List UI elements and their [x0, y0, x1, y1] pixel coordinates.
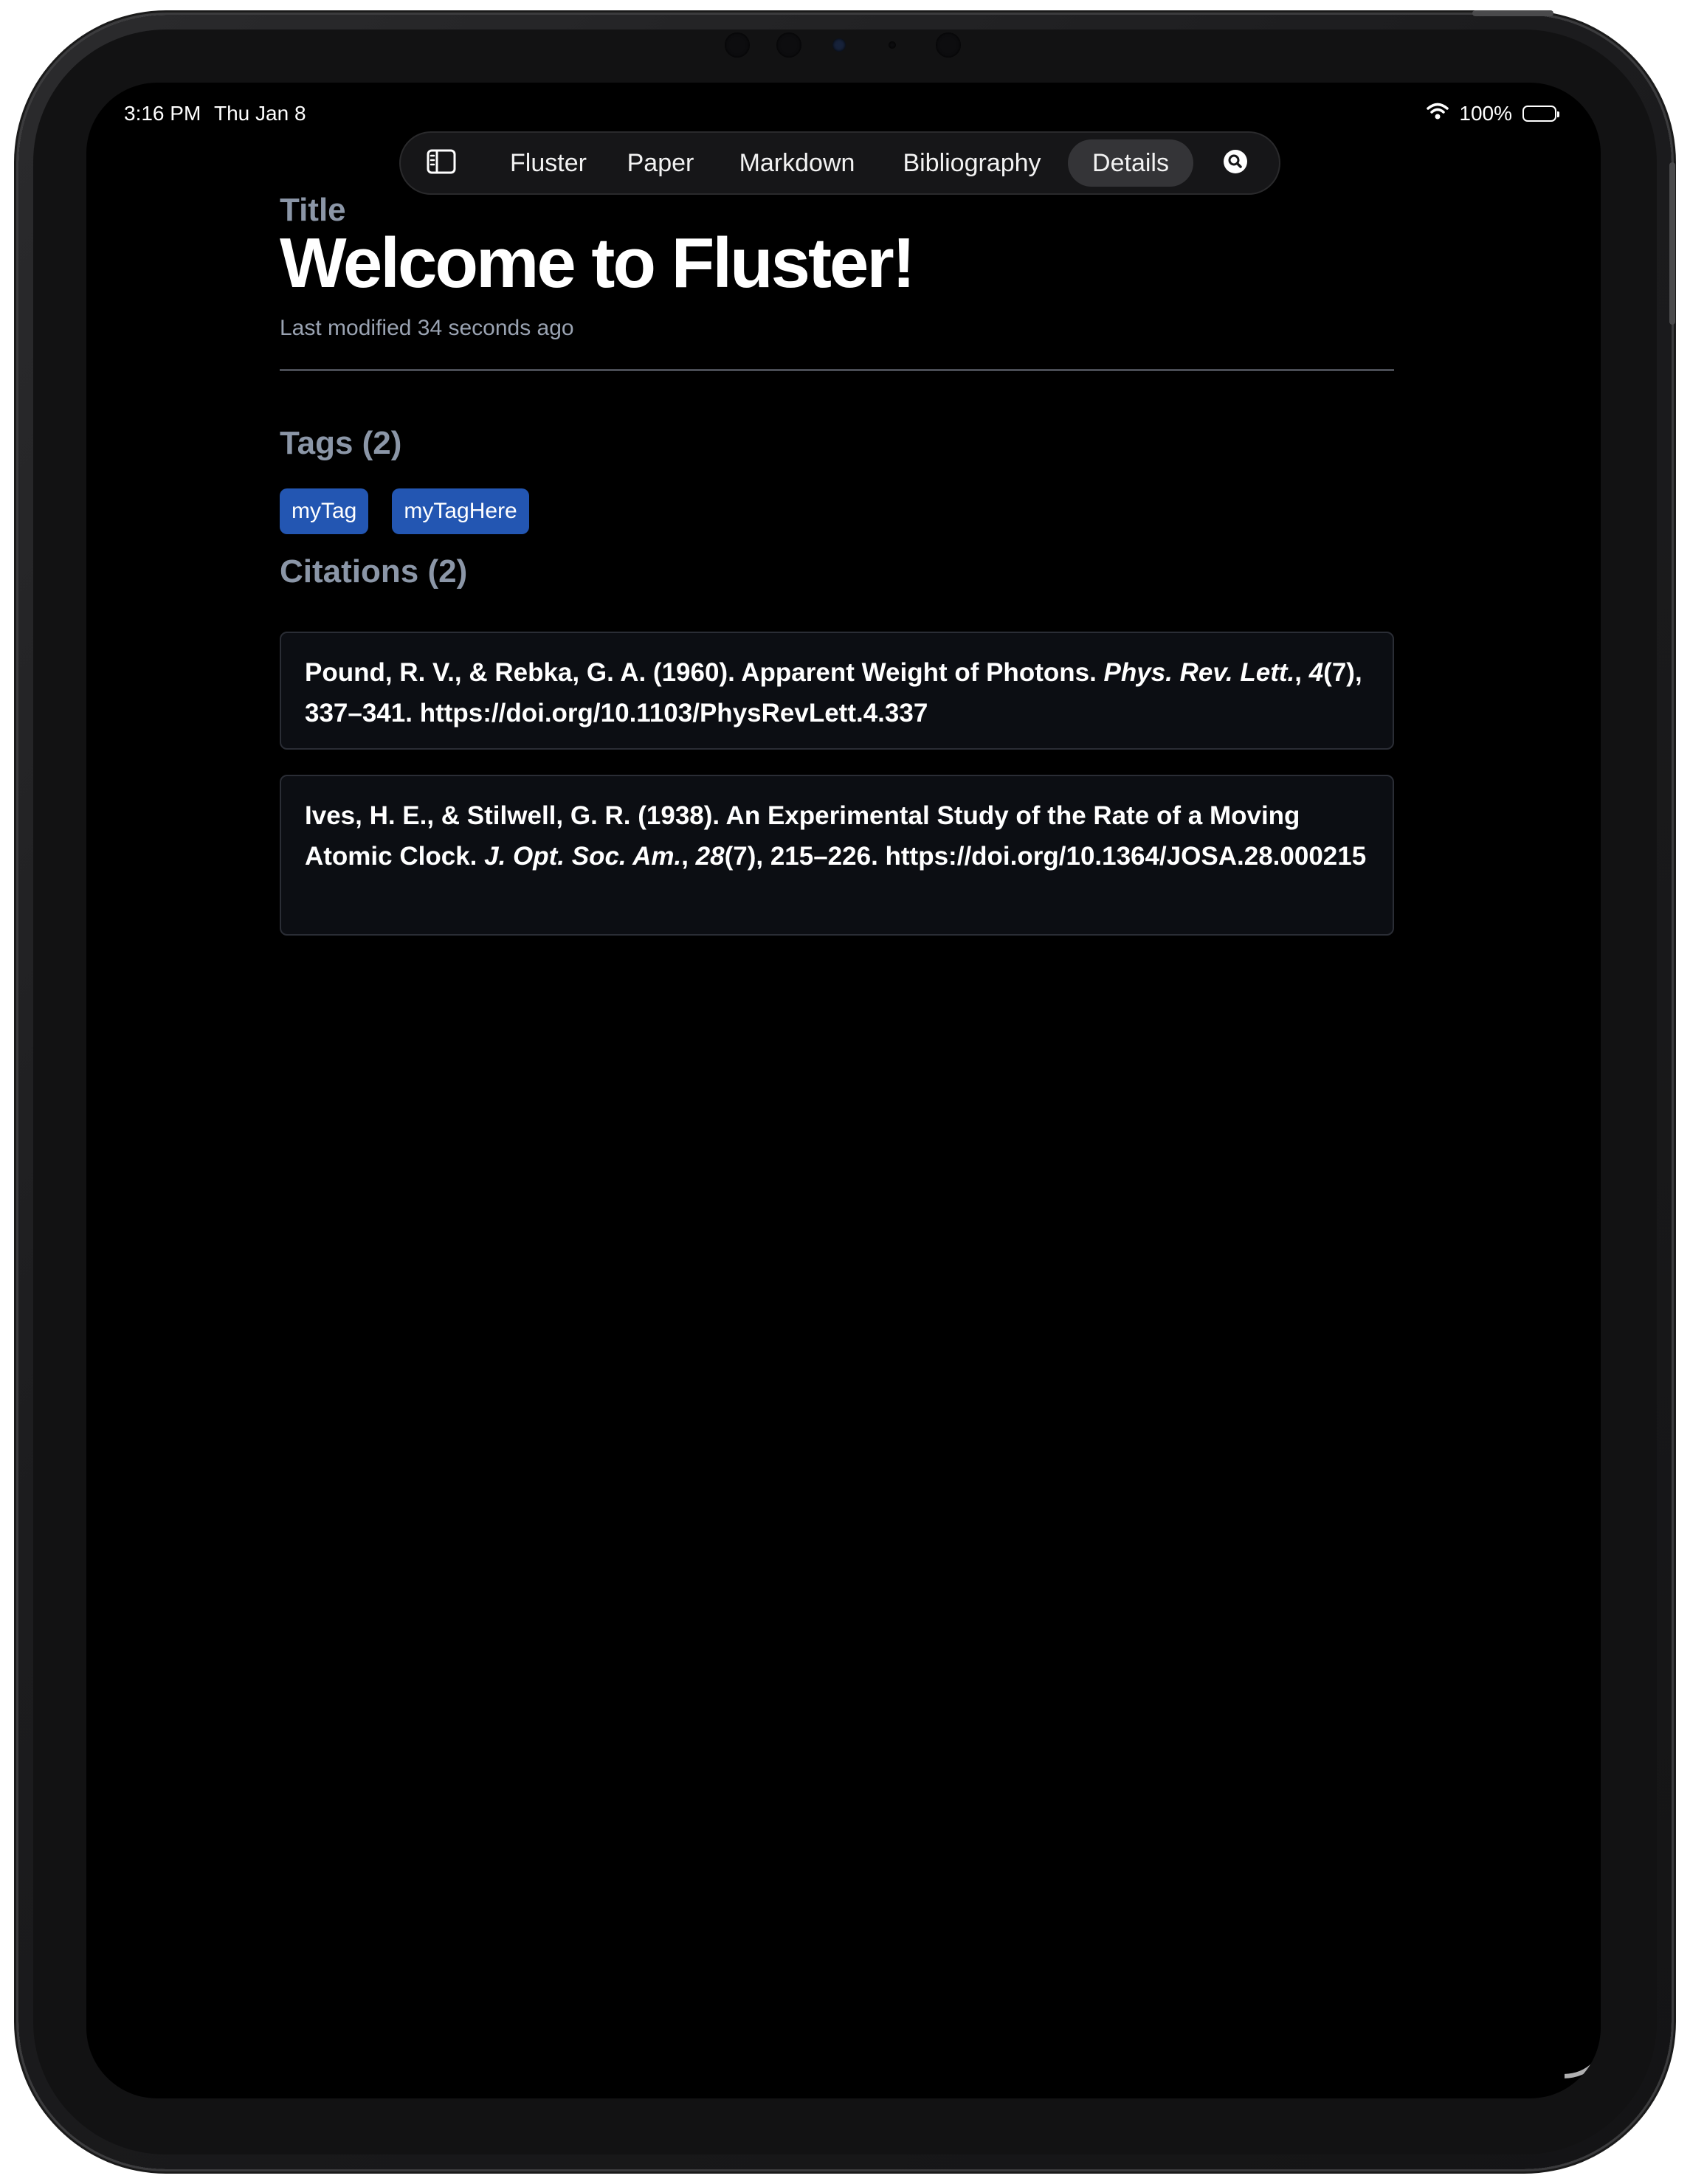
camera-sensor — [889, 41, 896, 49]
tab-paper[interactable]: Paper — [615, 139, 706, 187]
tag-chip[interactable]: myTag — [280, 488, 369, 534]
citation-text: , — [1294, 658, 1309, 687]
citation-text: Pound, R. V., & Rebka, G. A. (1960). App… — [305, 658, 1104, 687]
tab-fluster[interactable]: Fluster — [497, 139, 600, 187]
citation-journal: J. Opt. Soc. Am. — [484, 842, 682, 871]
search-button[interactable] — [1205, 133, 1266, 193]
camera-sensor — [776, 32, 801, 58]
last-modified: Last modified 34 seconds ago — [280, 316, 574, 340]
tab-markdown[interactable]: Markdown — [721, 139, 873, 187]
volume-button-bottom — [1669, 221, 1675, 325]
search-icon — [1222, 148, 1249, 179]
divider — [280, 369, 1394, 371]
citations-heading: Citations (2) — [280, 553, 468, 590]
battery-icon — [1522, 106, 1559, 122]
status-right: 100% — [1427, 102, 1559, 125]
sidebar-toggle-button[interactable] — [411, 133, 472, 193]
power-button — [1472, 10, 1553, 16]
tab-bibliography[interactable]: Bibliography — [885, 139, 1059, 187]
citation-card[interactable]: Pound, R. V., & Rebka, G. A. (1960). App… — [280, 632, 1394, 750]
page-title: Welcome to Fluster! — [280, 224, 916, 303]
citation-card[interactable]: Ives, H. E., & Stilwell, G. R. (1938). A… — [280, 775, 1394, 936]
tab-details[interactable]: Details — [1068, 139, 1193, 187]
citation-text: , — [681, 842, 696, 871]
screen: 3:16 PM Thu Jan 8 100% Fluster Paper Mar… — [86, 83, 1601, 2098]
sidebar-toggle-icon — [427, 149, 456, 178]
status-time: 3:16 PM — [124, 102, 201, 125]
wifi-icon — [1427, 102, 1449, 125]
citation-volume: 28 — [695, 842, 725, 871]
tag-list: myTag myTagHere — [280, 488, 529, 534]
citation-volume: 4 — [1308, 658, 1324, 687]
citation-text: (7), 215–226. https://doi.org/10.1364/JO… — [724, 842, 1367, 871]
top-toolbar: Fluster Paper Markdown Bibliography Deta… — [399, 131, 1280, 195]
status-date: Thu Jan 8 — [214, 102, 306, 125]
camera-sensor — [725, 32, 750, 58]
camera-lens — [832, 38, 846, 52]
battery-percent: 100% — [1459, 102, 1512, 125]
tag-chip[interactable]: myTagHere — [392, 488, 529, 534]
citation-journal: Phys. Rev. Lett. — [1103, 658, 1295, 687]
status-bar: 3:16 PM Thu Jan 8 100% — [86, 93, 1601, 137]
tags-heading: Tags (2) — [280, 425, 402, 461]
camera-sensor — [936, 32, 961, 58]
